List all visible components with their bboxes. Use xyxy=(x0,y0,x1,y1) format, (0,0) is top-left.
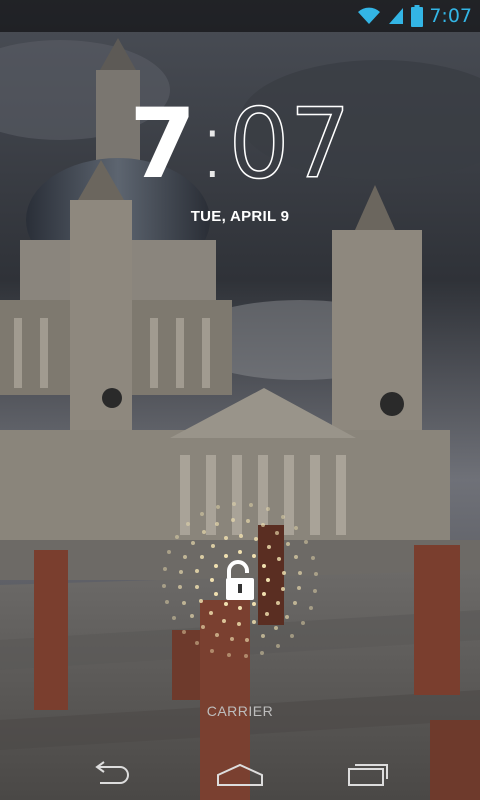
unlock-ring-dot xyxy=(289,633,294,638)
clock-separator: : xyxy=(196,88,229,200)
lockscreen-date: TUE, APRIL 9 xyxy=(190,208,290,225)
recent-apps-button[interactable] xyxy=(338,756,398,792)
unlock-ring-dot xyxy=(224,553,228,558)
status-icons: 7:07 xyxy=(357,0,472,32)
unlock-ring-dot xyxy=(195,640,200,645)
battery-icon xyxy=(411,5,424,27)
unlock-ring-dot xyxy=(246,518,251,523)
unlock-ring-dot xyxy=(210,543,215,548)
unlock-ring-dot xyxy=(308,605,313,610)
unlock-ring-dot xyxy=(238,606,243,610)
status-time: 7:07 xyxy=(429,5,472,27)
unlock-ring-dot xyxy=(162,566,167,571)
unlock-ring-dot xyxy=(213,592,218,596)
unlock-ring-dot xyxy=(208,610,213,615)
home-icon xyxy=(217,763,263,786)
unlock-ring-dot xyxy=(260,633,265,638)
back-icon xyxy=(95,761,129,784)
unlock-ring-dot xyxy=(310,555,315,560)
unlock-ring-dot xyxy=(297,570,302,575)
unlock-ring-dot xyxy=(260,650,265,655)
unlock-ring-dot xyxy=(276,556,281,561)
unlock-ring-dot xyxy=(266,578,270,582)
clock-minutes: 07 xyxy=(228,88,352,200)
unlock-ring-dot xyxy=(182,629,187,634)
unlock-ring-dot xyxy=(182,554,187,559)
status-bar: 7:07 xyxy=(0,0,480,32)
unlock-ring-dot xyxy=(210,578,214,583)
home-button[interactable] xyxy=(210,756,270,792)
unlock-ring-dot xyxy=(285,541,290,546)
unlock-ring-dot xyxy=(238,550,242,554)
unlock-ring-dot xyxy=(172,615,177,620)
unlock-ring-dot xyxy=(275,643,280,648)
unlock-ring-dot xyxy=(162,583,167,588)
unlock-ring-dot xyxy=(236,621,241,626)
wifi-icon xyxy=(358,7,381,24)
unlock-ring-dot xyxy=(213,564,218,568)
unlock-ring-dot xyxy=(252,553,256,558)
unlock-ring-dot xyxy=(201,530,206,535)
unlock-ring-dot xyxy=(300,620,305,625)
unlock-ring-dot xyxy=(221,618,226,623)
back-button[interactable] xyxy=(82,756,142,792)
signal-icon xyxy=(389,8,404,24)
clock-hour: 7 xyxy=(129,88,197,200)
unlock-ring-dot xyxy=(274,530,279,535)
carrier-label: CARRIER xyxy=(206,703,274,719)
unlock-ring-dot xyxy=(190,541,195,546)
lockscreen-clock: 7:07 xyxy=(0,95,480,193)
unlock-ring-dot xyxy=(303,540,308,545)
unlock-ring-dot xyxy=(226,653,231,658)
recent-apps-icon xyxy=(348,764,388,786)
unlock-ring-dot xyxy=(178,569,183,574)
unlock-ring-dot xyxy=(243,653,248,658)
unlock-ring-dot xyxy=(251,619,256,624)
unlock-ring-dot xyxy=(275,600,280,605)
unlock-ring-dot xyxy=(281,586,286,591)
unlock-ring-dot xyxy=(210,648,215,653)
navigation-bar xyxy=(0,748,480,800)
unlock-ring-dot xyxy=(214,633,219,638)
unlock-padlock-icon[interactable] xyxy=(222,560,258,602)
unlock-ring-dot xyxy=(194,584,199,589)
